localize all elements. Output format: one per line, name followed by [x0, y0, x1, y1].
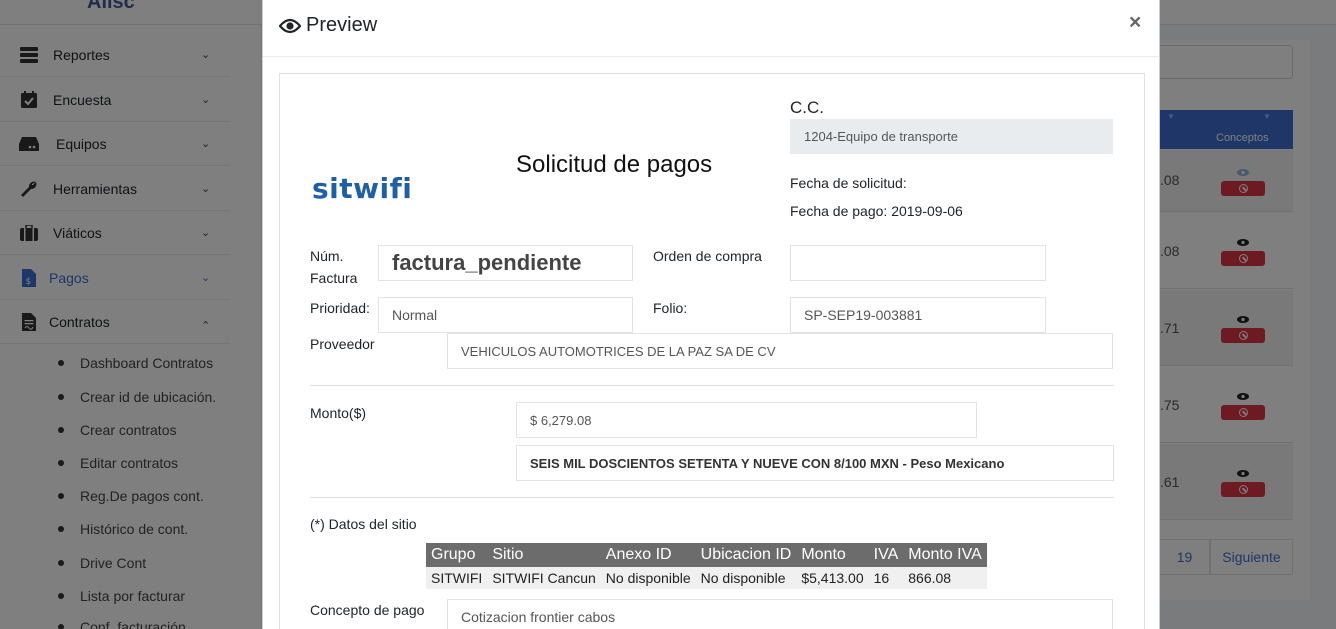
modal-title: Preview [279, 14, 377, 37]
cc-field[interactable]: 1204-Equipo de transporte [790, 119, 1113, 154]
eye-icon [279, 18, 301, 33]
column-header: Sitio [487, 543, 601, 567]
fecha-pago-label: Fecha de pago: [790, 203, 888, 219]
table-cell: 866.08 [903, 567, 987, 589]
table-cell: 16 [868, 567, 904, 589]
fecha-pago: Fecha de pago: 2019-09-06 [790, 200, 963, 222]
divider [310, 497, 1114, 498]
orden-compra-field[interactable] [790, 245, 1046, 281]
folio-label: Folio: [653, 300, 688, 316]
preview-modal: Preview × sitwifi Solicitud de pagos C.C… [262, 0, 1160, 629]
num-factura-label: Núm. Factura [310, 248, 358, 286]
concepto-label: Concepto de pago [310, 602, 425, 618]
table-header-row: Grupo Sitio Anexo ID Ubicacion ID Monto … [426, 543, 987, 567]
monto-label: Monto($) [310, 405, 367, 421]
monto-field[interactable]: $ 6,279.08 [516, 402, 977, 438]
column-header: IVA [868, 543, 904, 567]
table-row: SITWIFI SITWIFI Cancun No disponible No … [426, 567, 987, 589]
proveedor-label: Proveedor [310, 336, 375, 352]
datos-sitio-label: (*) Datos del sitio [310, 516, 417, 532]
sitio-table: Grupo Sitio Anexo ID Ubicacion ID Monto … [426, 543, 987, 589]
modal-header: Preview × [263, 0, 1159, 57]
document-title: Solicitud de pagos [516, 151, 713, 178]
folio-field[interactable]: SP-SEP19-003881 [790, 297, 1046, 333]
column-header: Ubicacion ID [695, 543, 797, 567]
fecha-pago-value: 2019-09-06 [891, 203, 963, 219]
prioridad-field[interactable]: Normal [378, 297, 633, 333]
cc-label: C.C. [790, 98, 824, 117]
monto-letra-field[interactable]: SEIS MIL DOSCIENTOS SETENTA Y NUEVE CON … [516, 445, 1114, 481]
column-header: Grupo [426, 543, 488, 567]
payment-request-document: sitwifi Solicitud de pagos C.C. 1204-Equ… [279, 73, 1145, 629]
concepto-field[interactable]: Cotizacion frontier cabos [447, 599, 1113, 629]
column-header: Monto IVA [903, 543, 987, 567]
close-button[interactable]: × [1129, 11, 1141, 35]
table-cell: $5,413.00 [796, 567, 869, 589]
column-header: Monto [796, 543, 869, 567]
fecha-solicitud-label: Fecha de solicitud: [790, 175, 907, 191]
table-cell: SITWIFI Cancun [487, 567, 601, 589]
num-factura-field[interactable]: factura_pendiente [378, 245, 633, 281]
modal-title-text: Preview [306, 14, 378, 36]
proveedor-field[interactable]: VEHICULOS AUTOMOTRICES DE LA PAZ SA DE C… [447, 333, 1113, 369]
orden-compra-label: Orden de compra [653, 248, 762, 264]
table-cell: SITWIFI [426, 567, 488, 589]
divider [310, 385, 1114, 386]
prioridad-label: Prioridad: [310, 300, 370, 316]
table-cell: No disponible [695, 567, 797, 589]
table-cell: No disponible [600, 567, 696, 589]
column-header: Anexo ID [600, 543, 696, 567]
brand-logo: sitwifi [312, 172, 413, 205]
